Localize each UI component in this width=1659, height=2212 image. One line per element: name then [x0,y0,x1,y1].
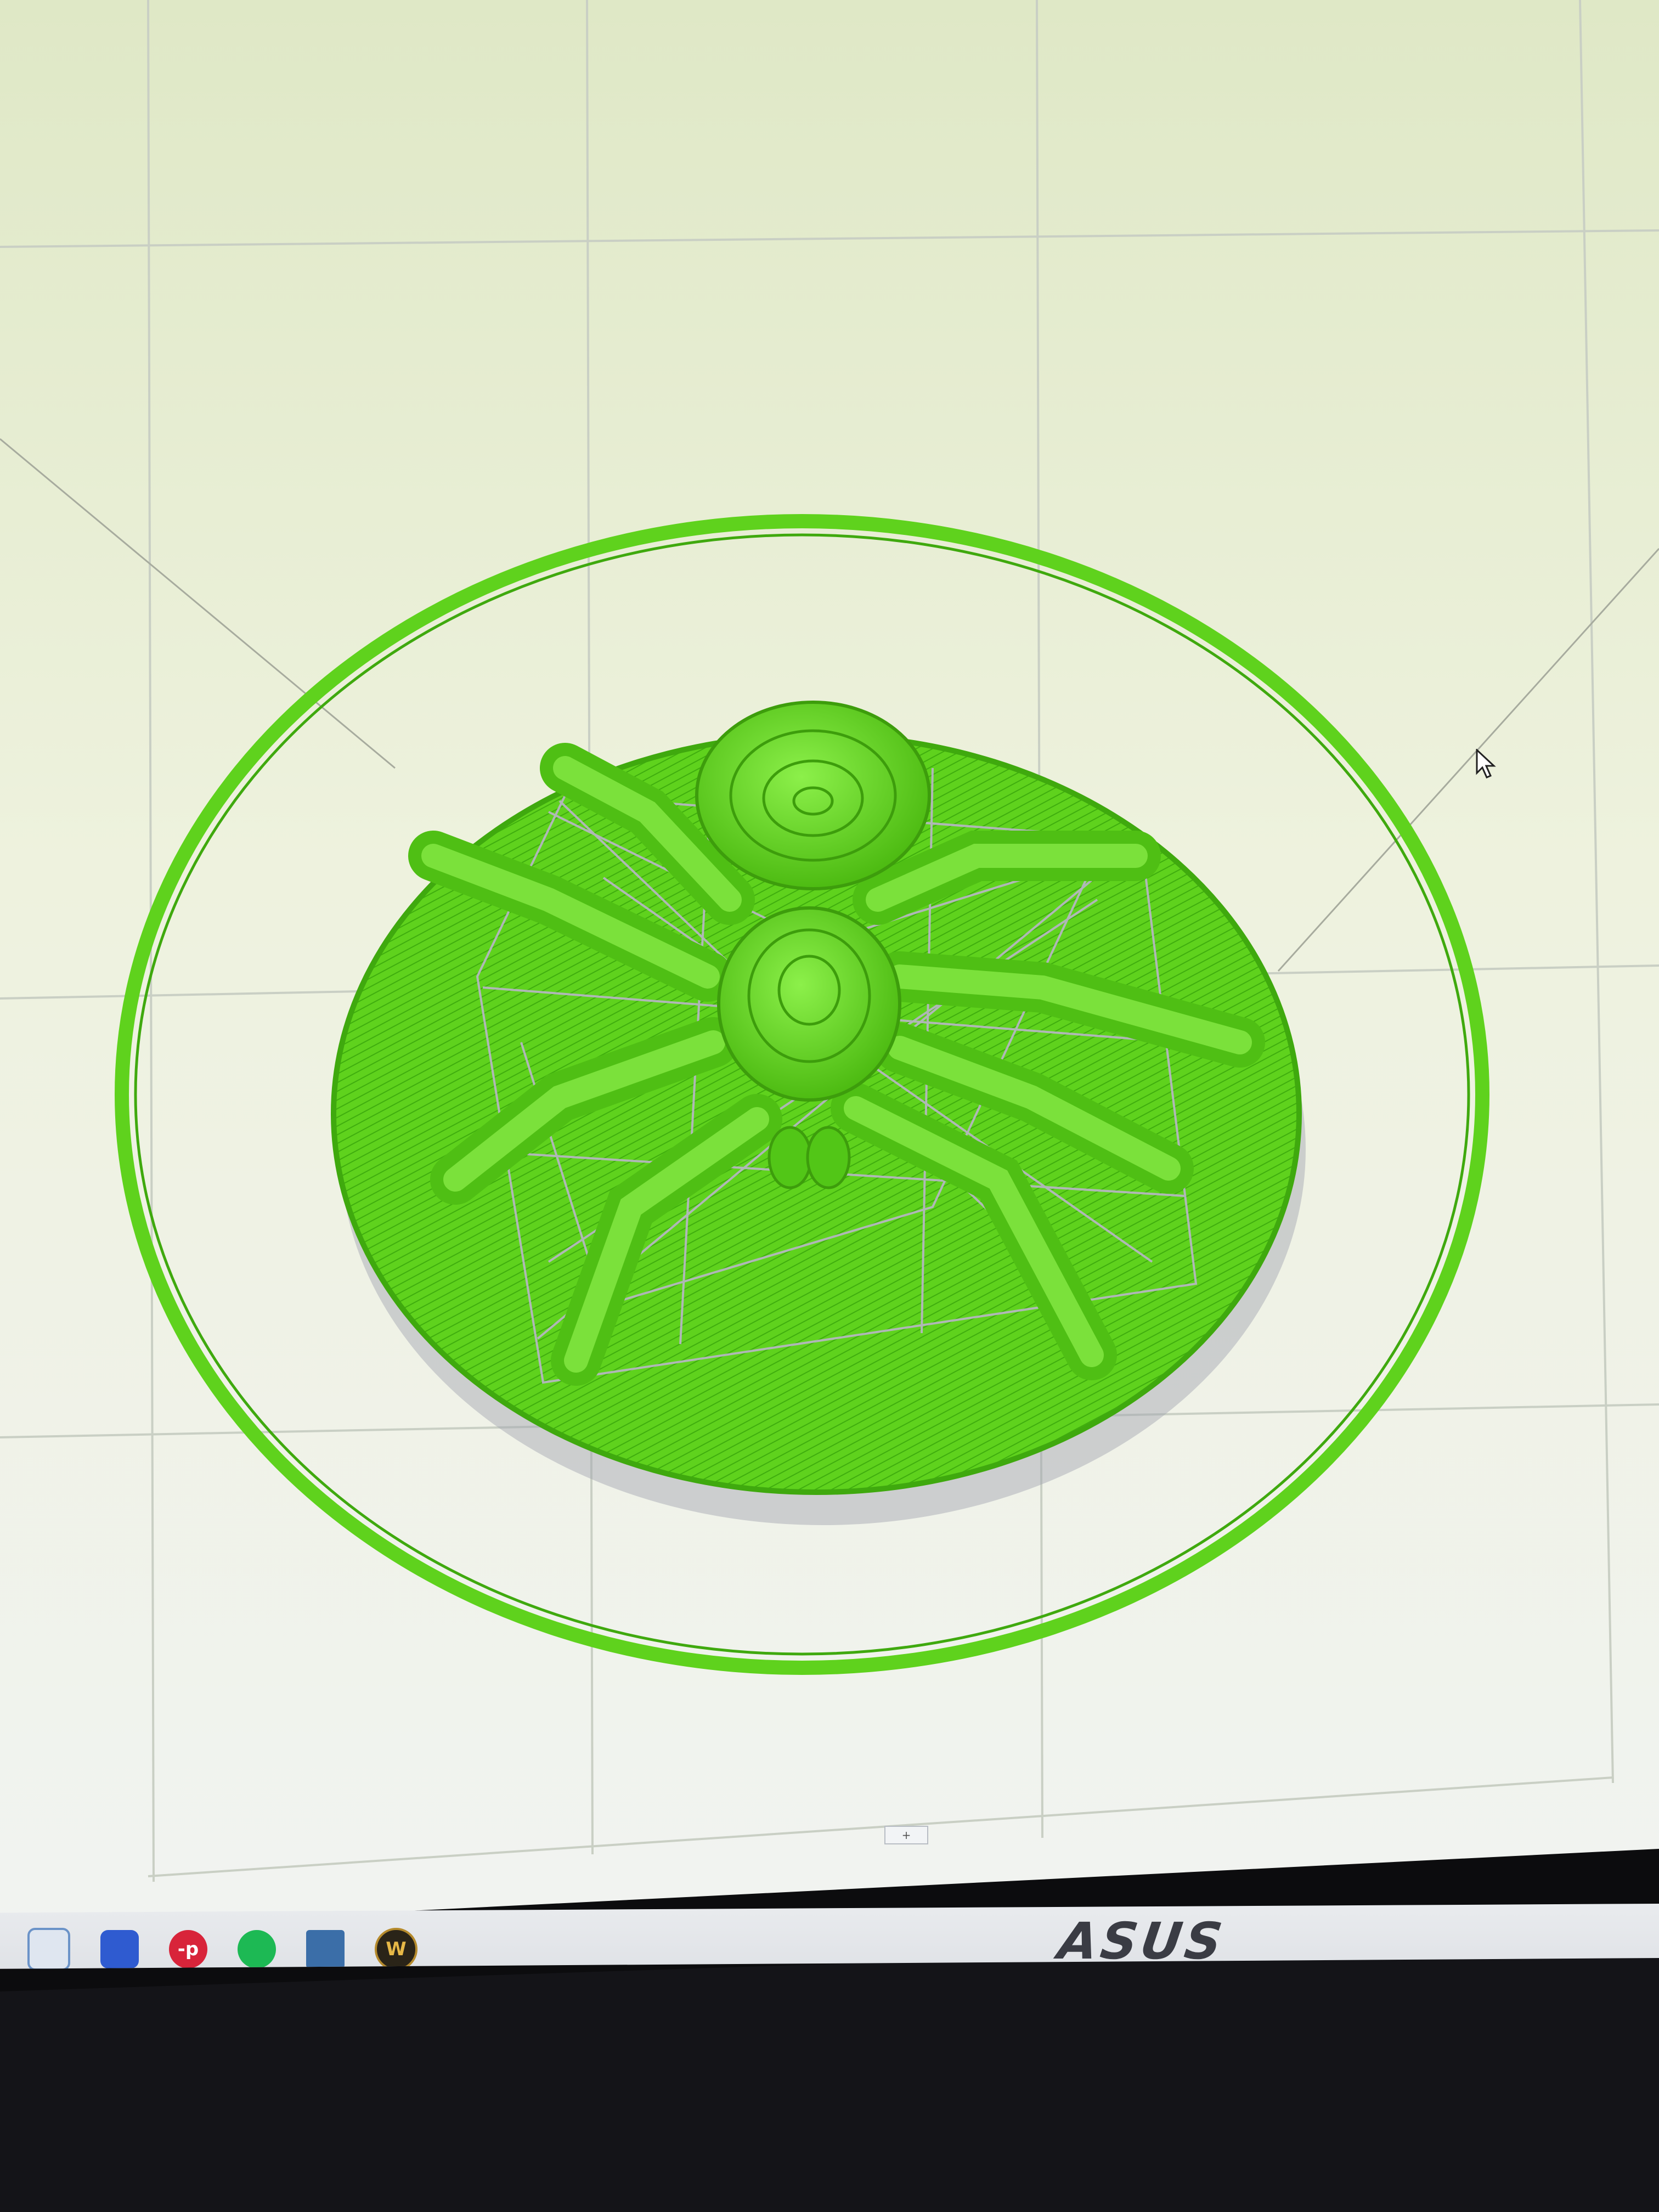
calculator-icon[interactable] [306,1929,345,1968]
app-p-icon[interactable]: -p [169,1929,207,1968]
slicer-viewport-photo [0,0,1659,2212]
monitor-bezel [0,1937,1659,2212]
horizontal-scrollbar-thumb[interactable]: + [884,1826,928,1844]
spotify-icon[interactable] [238,1929,276,1968]
network-drive-icon[interactable] [100,1929,139,1968]
world-of-warcraft-icon[interactable]: W [375,1927,417,1969]
snipping-tool-icon[interactable] [27,1927,70,1969]
mouse-cursor-icon [1476,749,1496,778]
monitor-brand-logo: ASUS [1054,1912,1229,1971]
spider-head [717,906,901,1102]
